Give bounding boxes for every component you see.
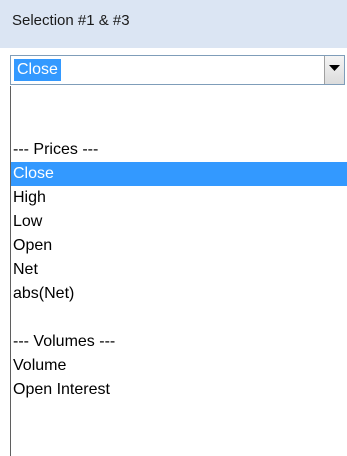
list-item-open[interactable]: Open (11, 234, 347, 258)
list-item-blank-2[interactable] (11, 306, 347, 330)
list-separator-prices[interactable]: --- Prices --- (11, 138, 347, 162)
list-item-net[interactable]: Net (11, 258, 347, 282)
combo-selected-value: Close (14, 59, 61, 81)
chevron-down-icon (329, 65, 340, 71)
panel-header: Selection #1 & #3 (0, 0, 347, 48)
combo-dropdown-button[interactable] (324, 56, 344, 84)
dropdown-list[interactable]: --- Prices --- Close High Low Open Net a… (10, 86, 347, 456)
list-separator-volumes[interactable]: --- Volumes --- (11, 330, 347, 354)
list-item-abs-net[interactable]: abs(Net) (11, 282, 347, 306)
list-item-close[interactable]: Close (11, 162, 347, 186)
list-item-low[interactable]: Low (11, 210, 347, 234)
selection-panel: Selection #1 & #3 Close --- Prices --- C… (0, 0, 347, 456)
series-combo-box[interactable]: Close (10, 55, 345, 85)
list-item-open-interest[interactable]: Open Interest (11, 378, 347, 402)
list-item-volume[interactable]: Volume (11, 354, 347, 378)
panel-title: Selection #1 & #3 (12, 12, 130, 29)
list-item-blank[interactable] (11, 90, 347, 114)
list-item-high[interactable]: High (11, 186, 347, 210)
